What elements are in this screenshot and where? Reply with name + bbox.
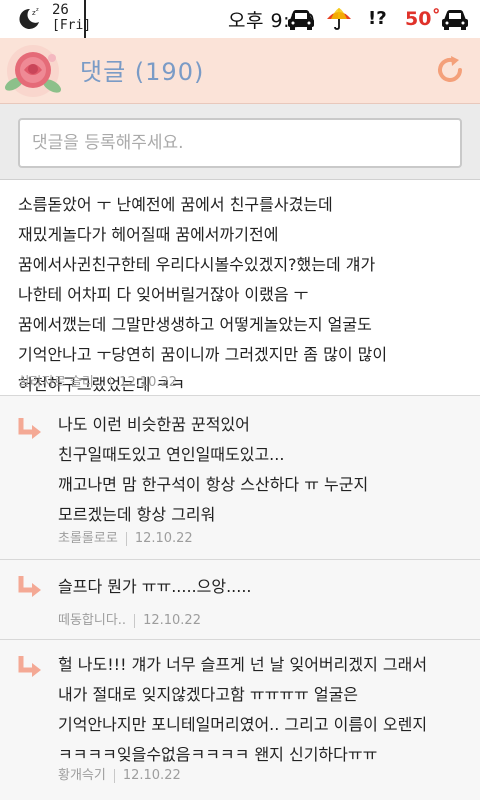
- status-warning: !?: [368, 8, 387, 29]
- title-bar: 댓글 (190): [0, 38, 480, 104]
- meta-divider: [125, 531, 127, 546]
- comment-text: 소름돋았어 ㅜ 난예전에 꿈에서 친구를사겼는데 재밌게놀다가 헤어질때 꿈에서…: [18, 195, 388, 394]
- comment-author: 살라자르 슬리..: [18, 375, 103, 390]
- reply-author: 떼동합니다..: [58, 613, 127, 628]
- car-icon: [288, 10, 314, 30]
- meta-divider: [113, 768, 115, 783]
- comment-input-area: [0, 104, 480, 180]
- umbrella-icon: [327, 8, 351, 30]
- reply-date: 12.10.22: [122, 768, 181, 783]
- reply-date: 12.10.22: [134, 531, 193, 546]
- reply-text: 헐 나도!!! 걔가 너무 슬프게 넌 날 잊어버리겠지 그래서 내가 절대로 …: [58, 655, 428, 764]
- comment-item[interactable]: 소름돋았어 ㅜ 난예전에 꿈에서 친구를사겼는데 재밌게놀다가 헤어질때 꿈에서…: [0, 180, 480, 396]
- meta-divider: [110, 375, 112, 390]
- svg-text:z: z: [36, 7, 39, 13]
- reply-meta: 떼동합니다.. 12.10.22: [58, 609, 201, 628]
- refresh-icon[interactable]: [434, 54, 466, 86]
- moon-icon: z z: [19, 7, 39, 29]
- status-bar: z z 26 [Fri] 오후 9:30 !? 50˚: [0, 0, 480, 38]
- car-icon: [442, 10, 468, 30]
- rose-logo-icon: [4, 45, 62, 97]
- page-title: 댓글 (190): [80, 58, 205, 86]
- reply-date: 12.10.22: [143, 613, 201, 628]
- reply-text: 슬프다 뭔가 ㅠㅠ.....으앙.....: [58, 577, 252, 596]
- comment-input[interactable]: [18, 118, 462, 168]
- reply-meta: 황개슥기 12.10.22: [58, 764, 181, 783]
- reply-meta: 초롤롤로로 12.10.22: [58, 527, 193, 546]
- comment-date: 12.10.22: [119, 375, 178, 390]
- reply-author: 황개슥기: [58, 768, 106, 783]
- meta-divider: [134, 613, 136, 628]
- reply-item[interactable]: 슬프다 뭔가 ㅠㅠ.....으앙..... 떼동합니다.. 12.10.22: [0, 560, 480, 640]
- reply-arrow-icon: [18, 656, 41, 677]
- comment-meta: 살라자르 슬리.. 12.10.22: [18, 371, 177, 390]
- status-divider: [84, 0, 86, 38]
- reply-item[interactable]: 헐 나도!!! 걔가 너무 슬프게 넌 날 잊어버리겠지 그래서 내가 절대로 …: [0, 640, 480, 800]
- status-temperature: 50˚: [405, 8, 441, 30]
- reply-arrow-icon: [18, 576, 41, 597]
- reply-item[interactable]: 나도 이런 비슷한꿈 꾼적있어 친구일때도있고 연인일때도있고... 깨고나면 …: [0, 396, 480, 560]
- reply-text: 나도 이런 비슷한꿈 꾼적있어 친구일때도있고 연인일때도있고... 깨고나면 …: [58, 415, 369, 524]
- reply-arrow-icon: [18, 418, 41, 439]
- reply-author: 초롤롤로로: [58, 531, 118, 546]
